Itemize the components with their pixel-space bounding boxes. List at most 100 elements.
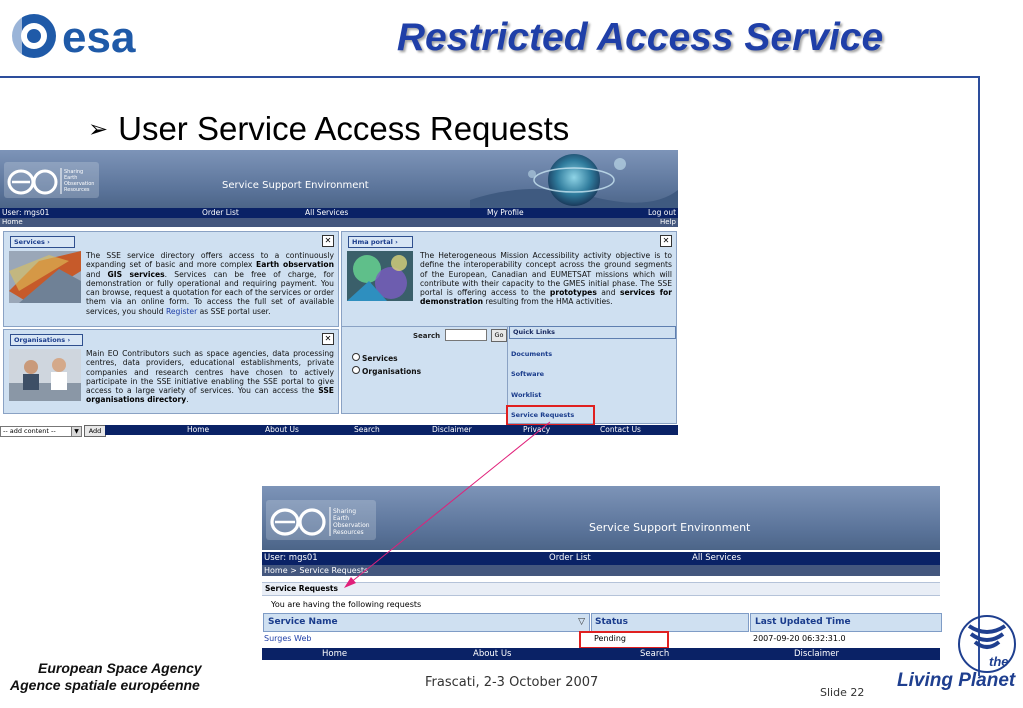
eo-logo: Sharing Earth Observation Resources xyxy=(4,162,99,198)
frame-top-rule xyxy=(0,76,980,78)
services-panel: Services › ✕ The SSE service directory o… xyxy=(3,231,339,327)
slide-bullet: ➢ User Service Access Requests xyxy=(88,110,569,148)
hma-close-icon[interactable]: ✕ xyxy=(660,235,672,247)
nav-all-services[interactable]: All Services xyxy=(305,208,348,218)
column-label: Status xyxy=(595,617,628,627)
nav-user: User: mgs01 xyxy=(264,553,318,563)
eo-logo-line: Resources xyxy=(64,187,90,193)
row-service-name[interactable]: Surges Web xyxy=(264,633,311,645)
radio-icon xyxy=(352,366,360,374)
hma-panel-header[interactable]: Hma portal › xyxy=(348,236,413,248)
footer-home[interactable]: Home xyxy=(187,425,209,435)
footer-contact-us[interactable]: Contact Us xyxy=(600,425,641,435)
organisations-close-icon[interactable]: ✕ xyxy=(322,333,334,345)
service-requests-heading-text: Service Requests xyxy=(265,584,338,593)
services-text: as SSE portal user. xyxy=(197,306,271,316)
services-text-right: The SSE service directory offers access … xyxy=(86,251,334,316)
add-content-select[interactable]: -- add content -- ▼ xyxy=(0,426,82,437)
services-text: and xyxy=(86,269,108,279)
bullet-arrow-icon: ➢ xyxy=(88,116,109,143)
services-close-icon[interactable]: ✕ xyxy=(322,235,334,247)
agency-name-french: Agence spatiale européenne xyxy=(10,677,200,693)
hma-text: The Heterogeneous Mission Accessibility … xyxy=(420,251,672,307)
radio-icon xyxy=(352,353,360,361)
hma-bold-prototypes: prototypes xyxy=(549,288,597,298)
organisations-panel: Organisations › ✕ Main EO Contributors s… xyxy=(3,329,339,414)
radio-services[interactable]: Services xyxy=(352,353,398,363)
eo-logo-line: Sharing xyxy=(333,508,356,515)
frame-right-rule xyxy=(978,76,980,676)
sse-breadcrumb: Home Help xyxy=(0,218,678,227)
esa-logo: esa xyxy=(8,10,136,62)
breadcrumb-home[interactable]: Home xyxy=(2,218,23,227)
nav-order-list[interactable]: Order List xyxy=(202,208,239,218)
chevron-down-icon: ▼ xyxy=(71,427,81,436)
living-planet-text: Living Planet xyxy=(897,670,1016,691)
radio-organisations-label: Organisations xyxy=(362,367,422,376)
nav-user: User: mgs01 xyxy=(2,208,50,217)
footer-about-us[interactable]: About Us xyxy=(473,648,511,660)
footer-disclaimer[interactable]: Disclaimer xyxy=(432,425,472,435)
quick-link-software[interactable]: Software xyxy=(511,370,544,378)
services-bold-gis: GIS services xyxy=(107,269,165,279)
hma-text-part: resulting from the HMA activities. xyxy=(483,297,613,307)
search-go-button[interactable]: Go xyxy=(491,329,507,342)
eo-logo-line: Observation xyxy=(333,522,370,529)
breadcrumb-text[interactable]: Home > Service Requests xyxy=(262,566,368,575)
sse-breadcrumb: Home > Service Requests xyxy=(262,565,940,576)
footer-privacy[interactable]: Privacy xyxy=(523,425,550,435)
footer-home[interactable]: Home xyxy=(322,648,347,660)
column-label: Service Name xyxy=(268,617,338,627)
living-planet-logo: the Living Planet xyxy=(897,615,1016,691)
quick-links-header: Quick Links xyxy=(509,326,676,339)
column-header-status[interactable]: Status xyxy=(591,613,749,632)
sse-top-nav: User: mgs01 Order List All Services xyxy=(262,552,940,565)
footer-search[interactable]: Search xyxy=(354,425,380,435)
requests-subtitle: You are having the following requests xyxy=(271,600,422,609)
quick-link-worklist[interactable]: Worklist xyxy=(511,391,541,399)
eo-logo-line: Earth xyxy=(333,515,349,522)
sse-banner-title: Service Support Environment xyxy=(589,521,751,534)
pending-highlight xyxy=(579,631,669,649)
row-last-updated: 2007-09-20 06:32:31.0 xyxy=(753,634,846,643)
footer-search[interactable]: Search xyxy=(640,648,669,660)
quick-link-documents[interactable]: Documents xyxy=(511,350,552,358)
eo-logo-line: Resources xyxy=(333,529,364,536)
sort-down-icon[interactable]: ▽ xyxy=(578,614,585,631)
services-panel-header[interactable]: Services › xyxy=(10,236,75,248)
breadcrumb-help[interactable]: Help xyxy=(660,218,676,227)
sse-footer-nav: Home About Us Search Disclaimer xyxy=(262,648,940,660)
hma-thumbnail xyxy=(347,251,413,301)
organisations-panel-header[interactable]: Organisations › xyxy=(10,334,83,346)
register-link[interactable]: Register xyxy=(166,307,197,316)
eo-logo: Sharing Earth Observation Resources xyxy=(266,500,376,540)
hma-text-part: and xyxy=(596,288,620,298)
nav-my-profile[interactable]: My Profile xyxy=(487,208,524,218)
sse-banner-title: Service Support Environment xyxy=(222,180,369,191)
organisations-thumbnail xyxy=(9,349,81,401)
sse-banner: Sharing Earth Observation Resources Serv… xyxy=(0,150,678,208)
hma-panel: Hma portal › ✕ The Heterogeneous Mission… xyxy=(341,231,677,327)
search-label: Search xyxy=(413,332,441,340)
column-header-service-name[interactable]: Service Name ▽ xyxy=(263,613,590,632)
slide-title: Restricted Access Service xyxy=(396,16,884,59)
nav-all-services[interactable]: All Services xyxy=(692,552,741,565)
footer-disclaimer[interactable]: Disclaimer xyxy=(794,648,839,660)
sse-footer-nav: Home About Us Search Disclaimer Privacy … xyxy=(105,425,678,435)
slide-number: Slide 22 xyxy=(820,686,865,699)
sse-home-screenshot: Sharing Earth Observation Resources Serv… xyxy=(0,150,678,440)
nav-order-list[interactable]: Order List xyxy=(549,552,591,565)
radio-organisations[interactable]: Organisations xyxy=(352,366,421,376)
footer-about-us[interactable]: About Us xyxy=(265,425,299,435)
organisations-text-part: Main EO Contributors such as space agenc… xyxy=(86,349,334,396)
service-requests-highlight xyxy=(506,405,595,426)
services-bold-eo: Earth observation xyxy=(256,260,334,270)
service-requests-heading: Service Requests xyxy=(262,582,940,596)
organisations-text-part: . xyxy=(186,395,189,405)
column-label: Last Updated Time xyxy=(755,617,851,627)
nav-log-out[interactable]: Log out xyxy=(648,208,676,218)
search-input[interactable] xyxy=(445,329,487,341)
sse-banner: Sharing Earth Observation Resources Serv… xyxy=(262,486,940,550)
add-button[interactable]: Add xyxy=(84,425,106,437)
agency-name-english: European Space Agency xyxy=(38,660,202,676)
